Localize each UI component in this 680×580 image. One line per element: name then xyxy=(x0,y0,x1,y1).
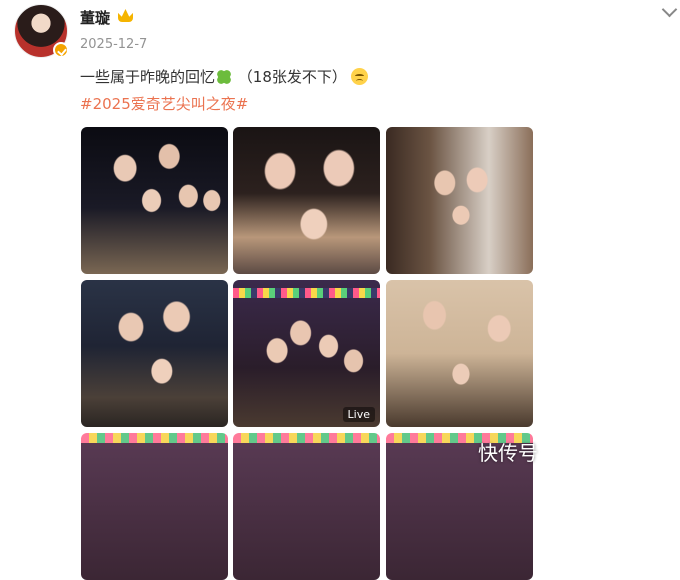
photo-1[interactable] xyxy=(81,127,228,274)
crown-icon xyxy=(118,9,133,22)
clover-emoji-icon xyxy=(217,70,231,84)
post-text: 一些属于昨晚的回忆 （18张发不下） xyxy=(80,66,368,87)
photo-6[interactable] xyxy=(386,280,533,427)
photo-3[interactable] xyxy=(386,127,533,274)
photo-5[interactable]: Live xyxy=(233,280,380,427)
chevron-down-icon[interactable] xyxy=(661,1,678,18)
photo-8[interactable] xyxy=(233,433,380,580)
post-text-main: 一些属于昨晚的回忆 xyxy=(80,68,216,86)
photo-4[interactable] xyxy=(81,280,228,427)
photo-7[interactable] xyxy=(81,433,228,580)
watermark: 快传号 xyxy=(478,441,538,465)
author-name[interactable]: 董璇 xyxy=(80,7,110,28)
post-date[interactable]: 2025-12-7 xyxy=(80,37,147,52)
sad-face-emoji-icon xyxy=(350,68,368,85)
hashtag-link[interactable]: #2025爱奇艺尖叫之夜# xyxy=(80,93,248,114)
verified-badge-icon xyxy=(53,42,69,58)
post-text-note: （18张发不下） xyxy=(237,68,347,86)
live-badge: Live xyxy=(342,407,375,422)
photo-2[interactable] xyxy=(233,127,380,274)
